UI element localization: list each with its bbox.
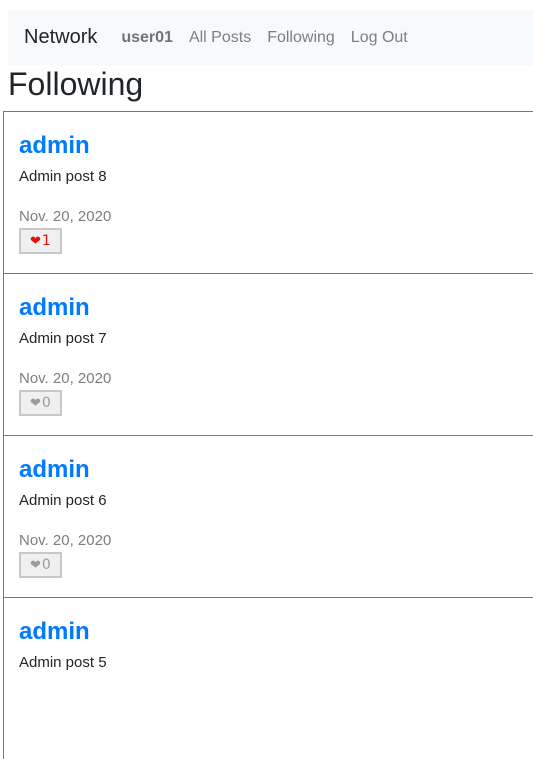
page-title: Following <box>8 66 144 102</box>
post-body: Admin post 7 <box>19 330 107 347</box>
like-count: 0 <box>41 557 51 573</box>
post-card: admin Admin post 5 <box>3 597 533 759</box>
nav-link-logout[interactable]: Log Out <box>351 29 408 47</box>
brand-link[interactable]: Network <box>24 26 97 49</box>
post-body: Admin post 8 <box>19 168 107 185</box>
nav-link-all-posts[interactable]: All Posts <box>189 29 251 47</box>
heart-icon: ❤ <box>30 233 41 249</box>
like-button[interactable]: ❤ 0 <box>19 390 62 416</box>
post-date: Nov. 20, 2020 <box>19 532 112 549</box>
like-button[interactable]: ❤ 0 <box>19 552 62 578</box>
post-list: admin Admin post 8 Nov. 20, 2020 ❤ 1 admi… <box>3 111 533 759</box>
nav-link-following[interactable]: Following <box>267 29 335 47</box>
post-date: Nov. 20, 2020 <box>19 370 112 387</box>
post-author-link[interactable]: admin <box>19 130 520 162</box>
post-card: admin Admin post 7 Nov. 20, 2020 ❤ 0 <box>3 273 533 435</box>
post-author-link[interactable]: admin <box>19 616 520 648</box>
post-date: Nov. 20, 2020 <box>19 208 112 225</box>
heart-icon: ❤ <box>30 557 41 573</box>
post-body: Admin post 6 <box>19 492 107 509</box>
post-card: admin Admin post 6 Nov. 20, 2020 ❤ 0 <box>3 435 533 597</box>
like-button[interactable]: ❤ 1 <box>19 228 62 254</box>
post-card: admin Admin post 8 Nov. 20, 2020 ❤ 1 <box>3 111 533 273</box>
post-author-link[interactable]: admin <box>19 454 520 486</box>
navbar: Network user01 All Posts Following Log O… <box>8 10 533 65</box>
post-author-link[interactable]: admin <box>19 292 520 324</box>
like-count: 0 <box>41 395 51 411</box>
nav-link-profile[interactable]: user01 <box>121 29 173 47</box>
post-body: Admin post 5 <box>19 654 107 671</box>
like-count: 1 <box>41 233 51 249</box>
heart-icon: ❤ <box>30 395 41 411</box>
